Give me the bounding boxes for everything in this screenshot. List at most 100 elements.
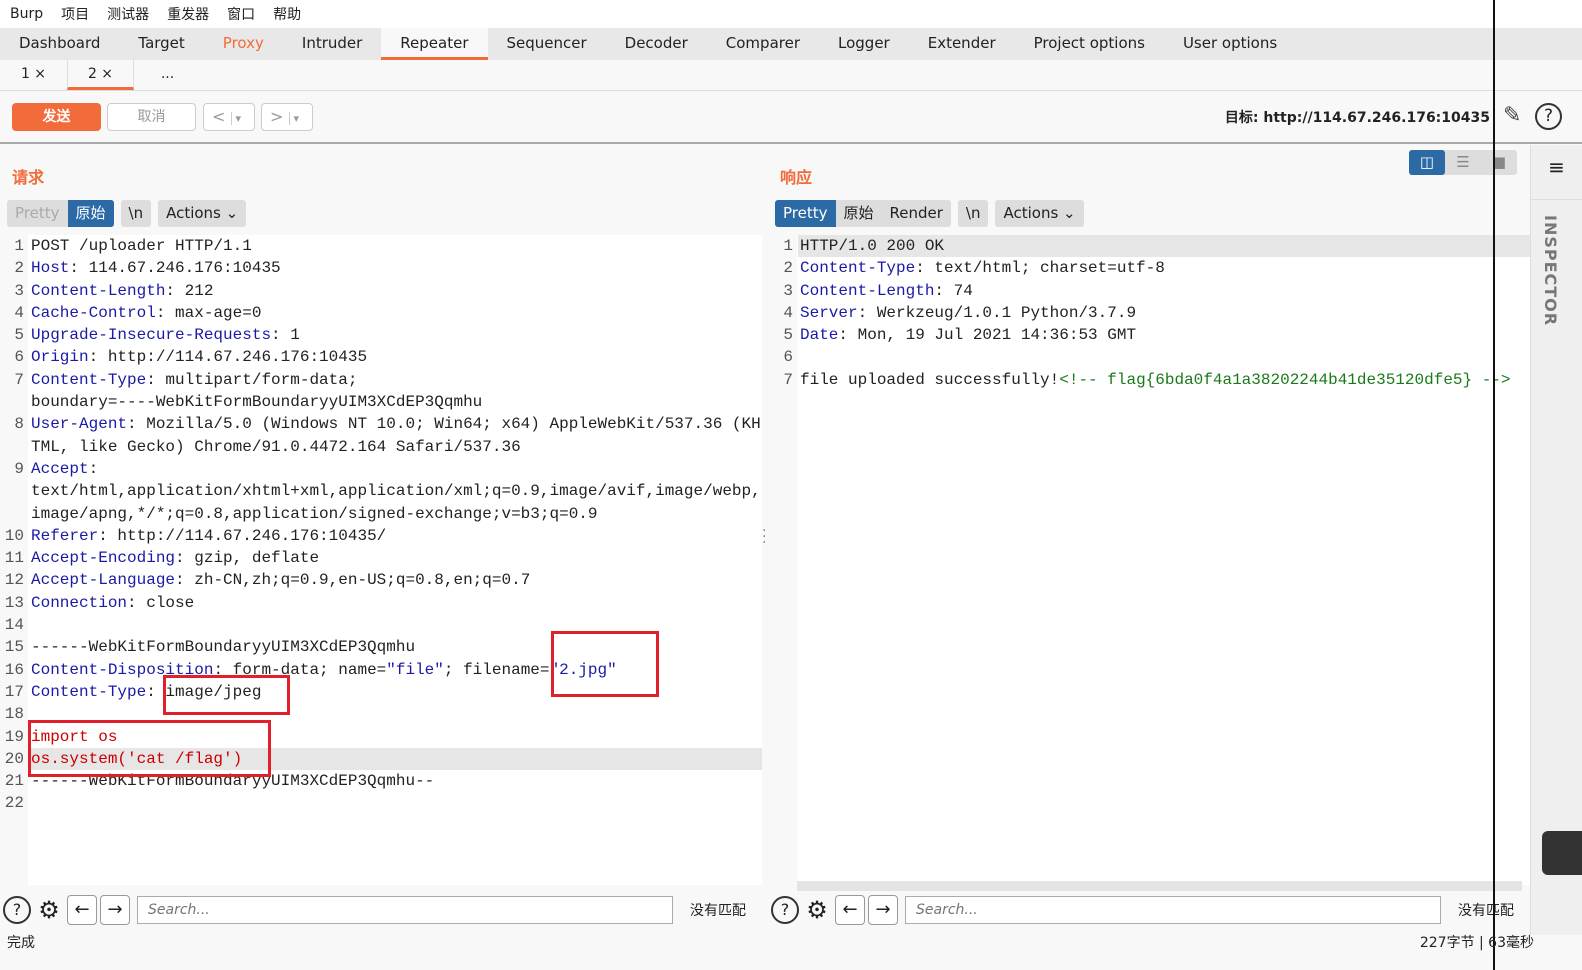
tab-project-options[interactable]: Project options — [1015, 28, 1164, 60]
newline-toggle[interactable]: \n — [957, 200, 989, 227]
code-token: User-Agent — [31, 415, 128, 434]
send-button[interactable]: 发送 — [12, 103, 101, 131]
inspector-tab[interactable]: INSPECTOR — [1541, 215, 1560, 326]
inspector-menu-icon[interactable]: ≡ — [1531, 155, 1582, 200]
tab-sequencer[interactable]: Sequencer — [488, 28, 606, 60]
tab-target[interactable]: Target — [119, 28, 203, 60]
search-input[interactable] — [905, 896, 1441, 924]
line-text: Content-Disposition: form-data; name="fi… — [29, 659, 617, 681]
line-number: 9 — [14, 459, 24, 478]
request-search-bar: ? ⚙ ← → 没有匹配 — [3, 893, 746, 927]
line-number: 12 — [4, 571, 24, 590]
repeater-tabs: 1 × 2 × ... — [0, 60, 1582, 91]
newline-toggle[interactable]: \n — [120, 200, 152, 227]
code-token: Host — [31, 259, 70, 278]
menu-help[interactable]: 帮助 — [273, 4, 301, 24]
floating-widget[interactable] — [1542, 831, 1582, 875]
code-token: : Mon, 19 Jul 2021 14:36:53 GMT — [838, 326, 1137, 345]
raw-toggle[interactable]: 原始 — [835, 200, 882, 227]
pretty-toggle[interactable]: Pretty — [7, 200, 68, 227]
code-token: Accept — [31, 459, 89, 478]
forward-button[interactable]: > ▾ — [261, 103, 313, 131]
gear-icon[interactable]: ⚙ — [34, 896, 64, 924]
repeater-tab-1[interactable]: 1 × — [0, 60, 67, 90]
code-token: Cache-Control — [31, 303, 156, 322]
line-text: Referer: http://114.67.246.176:10435/ — [29, 525, 386, 547]
next-match-button[interactable]: → — [100, 895, 130, 925]
back-button[interactable]: < ▾ — [203, 103, 255, 131]
code-token: ------WebKitFormBoundaryyUIM3XCdEP3Qqmhu — [31, 638, 416, 657]
dropdown-icon[interactable]: ▾ — [288, 112, 300, 125]
layout-toggle: ◫ ☰ ■ — [1409, 150, 1517, 175]
tab-proxy[interactable]: Proxy — [204, 28, 283, 60]
single-pane-icon[interactable]: ■ — [1481, 150, 1517, 175]
help-icon[interactable]: ? — [1535, 103, 1562, 130]
line-text: Accept-Encoding: gzip, deflate — [29, 547, 319, 569]
code-token: : 212 — [165, 281, 214, 300]
code-token: "file" — [386, 660, 444, 679]
line-number: 13 — [4, 593, 24, 612]
tab-decoder[interactable]: Decoder — [606, 28, 707, 60]
repeater-tab-more[interactable]: ... — [134, 60, 201, 90]
line-number: 17 — [4, 682, 24, 701]
code-token: Content-Length — [31, 281, 166, 300]
menu-burp[interactable]: Burp — [10, 6, 43, 22]
pencil-icon[interactable]: ✎ — [1503, 103, 1521, 128]
response-editor[interactable]: 1 HTTP/1.0 200 OK 2 Content-Type: text/html… — [769, 235, 1530, 885]
tab-intruder[interactable]: Intruder — [283, 28, 381, 60]
code-line: 3 Content-Length: 212 — [14, 280, 762, 302]
split-horizontal-icon[interactable]: ◫ — [1409, 150, 1445, 175]
search-input[interactable] — [137, 896, 673, 924]
actions-menu[interactable]: Actions ⌄ — [995, 200, 1084, 227]
raw-toggle[interactable]: 原始 — [67, 200, 114, 227]
code-line: 12 Accept-Language: zh-CN,zh;q=0.9,en-US;… — [5, 569, 762, 591]
split-vertical-icon[interactable]: ☰ — [1445, 150, 1481, 175]
code-token: <!-- flag{6bda0f4a1a38202244b41de35120df… — [1059, 370, 1511, 389]
menu-repeater[interactable]: 重发器 — [167, 4, 209, 24]
line-text: Content-Type: multipart/form-data; bound… — [29, 369, 482, 414]
code-token: : text/html; charset=utf-8 — [915, 259, 1165, 278]
line-text: Cache-Control: max-age=0 — [29, 302, 261, 324]
line-number: 11 — [4, 549, 24, 568]
menu-project[interactable]: 项目 — [61, 4, 89, 24]
gear-icon[interactable]: ⚙ — [802, 896, 832, 924]
tab-extender[interactable]: Extender — [909, 28, 1015, 60]
response-stats: 227字节 | 63毫秒 — [1419, 935, 1534, 951]
code-line: 22 — [5, 792, 762, 814]
cancel-button[interactable]: 取消 — [107, 103, 196, 131]
menu-intruder[interactable]: 测试器 — [107, 4, 149, 24]
dropdown-icon[interactable]: ▾ — [230, 112, 242, 125]
code-token: Content-Type — [31, 682, 147, 701]
previous-match-button[interactable]: ← — [67, 895, 97, 925]
code-line: 4 Server: Werkzeug/1.0.1 Python/3.7.9 — [783, 302, 1530, 324]
toolbar: 发送 取消 < ▾ > ▾ 目标: http://114.67.246.176:… — [0, 91, 1582, 144]
help-icon[interactable]: ? — [771, 896, 799, 924]
repeater-tab-2[interactable]: 2 × — [67, 60, 134, 90]
horizontal-scrollbar[interactable] — [797, 881, 1522, 891]
actions-menu[interactable]: Actions ⌄ — [158, 200, 247, 227]
tab-comparer[interactable]: Comparer — [707, 28, 819, 60]
line-number: 2 — [783, 259, 793, 278]
menu-window[interactable]: 窗口 — [227, 4, 255, 24]
tab-logger[interactable]: Logger — [819, 28, 909, 60]
main-tabs: Dashboard Target Proxy Intruder Repeater Sequ… — [0, 28, 1582, 60]
line-number: 7 — [14, 370, 24, 389]
code-token: Content-Length — [800, 281, 935, 300]
tab-dashboard[interactable]: Dashboard — [0, 28, 119, 60]
tab-repeater[interactable]: Repeater — [381, 28, 488, 60]
next-match-button[interactable]: → — [868, 895, 898, 925]
help-icon[interactable]: ? — [3, 896, 31, 924]
code-token: Upgrade-Insecure-Requests — [31, 326, 272, 345]
previous-match-button[interactable]: ← — [835, 895, 865, 925]
code-line: 7 file uploaded successfully!<!-- flag{6b… — [783, 369, 1530, 391]
line-number: 5 — [14, 326, 24, 345]
tab-user-options[interactable]: User options — [1164, 28, 1296, 60]
request-editor[interactable]: 1 POST /uploader HTTP/1.1 2 Host: 114.67.24… — [0, 235, 762, 885]
render-toggle[interactable]: Render — [881, 200, 951, 227]
pretty-toggle[interactable]: Pretty — [775, 200, 836, 227]
splitter-handle[interactable]: · · · — [762, 524, 766, 550]
code-line: 7 Content-Type: multipart/form-data; boun… — [14, 369, 762, 414]
code-token: Referer — [31, 526, 99, 545]
line-number: 10 — [4, 526, 24, 545]
target-label[interactable]: 目标: http://114.67.246.176:10435 — [1225, 107, 1490, 127]
